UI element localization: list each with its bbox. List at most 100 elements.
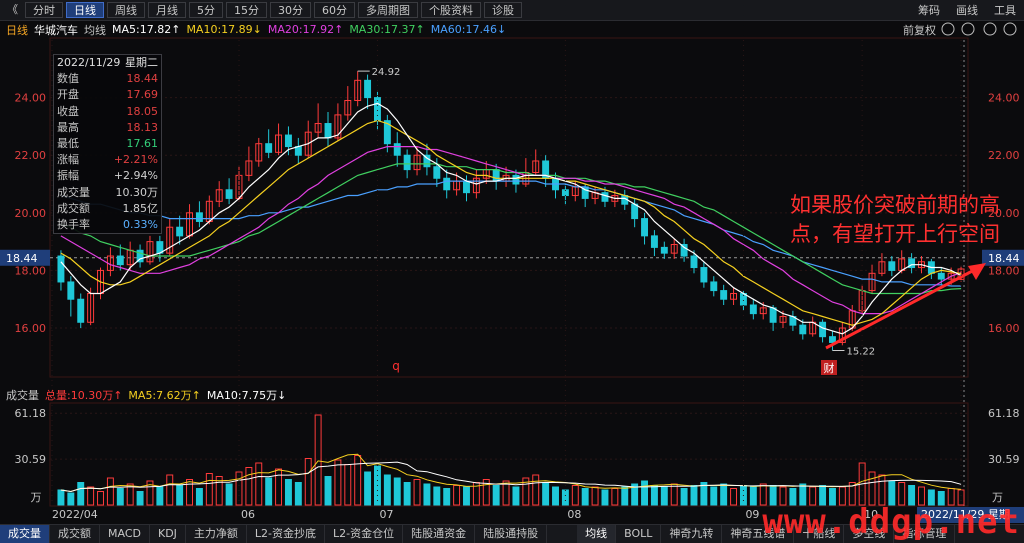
legend-key: 换手率	[57, 217, 90, 231]
volume-bar	[354, 455, 362, 506]
legend-key: 涨幅	[57, 153, 79, 167]
legend-header: 2022/11/29 星期二	[54, 55, 161, 71]
volume-bar	[660, 486, 668, 506]
volume-bar	[176, 485, 184, 506]
candle-body	[829, 336, 836, 343]
annotation-line-2: 点，有望打开上行空间	[790, 222, 1000, 246]
volume-title: 成交量	[6, 388, 39, 402]
indicator-tab-3[interactable]: KDJ	[150, 525, 186, 543]
volume-bar	[383, 474, 391, 506]
candle-body	[749, 304, 757, 315]
volume-bar	[532, 474, 540, 506]
volume-bar	[324, 476, 332, 506]
volume-tick-left: 61.18	[15, 407, 47, 420]
volume-bar	[621, 486, 629, 506]
volume-bar	[581, 488, 589, 506]
volume-bar	[116, 488, 124, 506]
candle-body	[176, 226, 184, 237]
y-tick-right: 24.00	[988, 92, 1020, 105]
legend-row: 数值 18.44	[54, 71, 161, 87]
volume-unit-left: 万	[31, 491, 42, 504]
volume-bar	[275, 468, 283, 506]
plus-icon	[1003, 22, 1017, 36]
candle-body	[77, 298, 85, 323]
legend-value: 1.85亿	[122, 201, 159, 215]
volume-bar	[136, 491, 144, 506]
candle-body	[660, 246, 668, 254]
candle-body	[700, 267, 708, 283]
volume-ma10-line	[60, 461, 962, 493]
minus-icon	[983, 22, 997, 36]
legend-row: 振幅 +2.94%	[54, 168, 161, 184]
volume-total: 总量:10.30万↑	[45, 388, 123, 402]
legend-row: 成交量 10.30万	[54, 185, 161, 201]
indicator-tab-8[interactable]: 陆股通持股	[475, 525, 548, 543]
volume-bar	[265, 477, 273, 506]
y-tick-left: 20.00	[15, 207, 47, 220]
legend-value: +2.94%	[113, 169, 158, 183]
candle-body	[769, 307, 777, 323]
y-tick-right: 22.00	[988, 149, 1020, 162]
circle-icon	[941, 22, 955, 36]
overlay-tab-0[interactable]: 均线	[577, 525, 617, 543]
volume-bar	[492, 485, 500, 506]
legend-key: 振幅	[57, 169, 79, 183]
volume-bar	[106, 477, 114, 506]
legend-row: 最低 17.61	[54, 136, 161, 152]
legend-row: 换手率 0.33%	[54, 217, 161, 233]
candle-body	[710, 281, 718, 292]
candle-body	[492, 169, 500, 182]
legend-row: 开盘 17.69	[54, 87, 161, 103]
volume-bar	[334, 459, 342, 506]
legend-row: 涨幅 +2.21%	[54, 152, 161, 168]
overlay-tab-2[interactable]: 神奇九转	[661, 525, 723, 543]
indicator-tab-5[interactable]: L2-资金抄底	[247, 525, 326, 543]
y-tick-right: 18.00	[988, 264, 1020, 277]
volume-bar	[97, 491, 104, 506]
volume-bar	[463, 486, 470, 506]
volume-bar	[344, 464, 352, 506]
x-tick-label: 07	[379, 508, 393, 521]
indicator-tab-2[interactable]: MACD	[100, 525, 150, 543]
y-tick-left: 18.00	[15, 264, 47, 277]
legend-weekday: 星期二	[125, 56, 158, 69]
legend-key: 最低	[57, 136, 79, 150]
volume-bar	[304, 458, 312, 506]
candle-body	[67, 281, 75, 300]
volume-bar	[512, 486, 520, 506]
x-tick-label: 2022/04	[52, 508, 98, 521]
volume-bar	[680, 488, 688, 506]
volume-info-bar: 成交量 总量:10.30万↑ MA5:7.62万↑ MA10:7.75万↓	[0, 386, 1024, 403]
price-legend-box: 2022/11/29 星期二 数值 18.44 开盘 17.69 收盘 18.05 最高 18…	[53, 54, 162, 235]
candle-body	[225, 189, 233, 199]
volume-bar	[205, 473, 213, 506]
indicator-tab-6[interactable]: L2-资金仓位	[325, 525, 404, 543]
candle-body	[512, 174, 520, 185]
watermark-text: www.ddgp.net	[762, 502, 1020, 542]
legend-row: 收盘 18.05	[54, 104, 161, 120]
candle-body	[937, 272, 945, 280]
cai-marker: 财	[824, 361, 835, 375]
candle-body	[819, 321, 827, 338]
low-label: 15.22	[846, 347, 875, 358]
trend-arrow-line	[825, 266, 979, 350]
volume-bar	[255, 462, 263, 506]
volume-bar	[650, 485, 658, 506]
y-tick-left: 16.00	[15, 322, 47, 335]
volume-bar	[641, 480, 649, 506]
volume-bar	[561, 489, 569, 506]
volume-ma5: MA5:7.62万↑	[128, 388, 201, 402]
candle-body	[443, 177, 451, 191]
current-price-label-left: 18.44	[6, 252, 38, 265]
candle-body	[294, 146, 302, 156]
legend-value: 0.33%	[123, 217, 158, 231]
volume-bar	[690, 485, 698, 506]
volume-ma10: MA10:7.75万↓	[206, 388, 287, 402]
indicator-tab-0[interactable]: 成交量	[0, 525, 50, 543]
indicator-tab-1[interactable]: 成交额	[50, 525, 100, 543]
overlay-tab-1[interactable]: BOLL	[616, 525, 662, 543]
volume-bar	[443, 488, 451, 506]
indicator-tab-4[interactable]: 主力净额	[186, 525, 247, 543]
candle-body	[690, 255, 698, 269]
indicator-tab-7[interactable]: 陆股通资金	[403, 525, 476, 543]
